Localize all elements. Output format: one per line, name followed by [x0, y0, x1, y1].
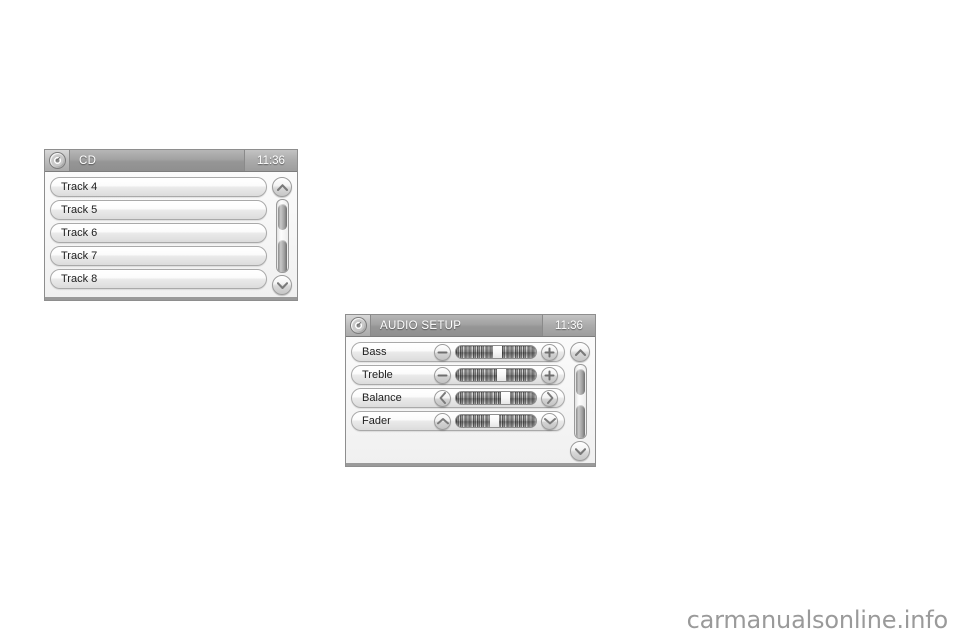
setting-label: Fader	[362, 415, 391, 427]
bass-decrease-button[interactable]	[434, 343, 451, 361]
treble-controls	[434, 366, 558, 384]
list-item-label: Track 6	[61, 227, 98, 239]
scroll-track[interactable]	[275, 199, 289, 273]
figure-cd-track-list: CD 11:36 Track 4 Track 5 Track 6 Track 7…	[36, 121, 306, 335]
cd-screen-body: Track 4 Track 5 Track 6 Track 7 Track 8	[45, 172, 297, 300]
scroll-down-button[interactable]	[570, 441, 590, 461]
setting-row-balance[interactable]: Balance	[351, 388, 565, 408]
minus-icon	[437, 374, 448, 376]
audio-setup-titlebar: AUDIO SETUP 11:36	[346, 315, 595, 337]
audio-setup-rows: Bass Treble Balance Fader	[351, 342, 565, 462]
list-item[interactable]: Track 6	[50, 223, 267, 243]
cd-track-list: Track 4 Track 5 Track 6 Track 7 Track 8	[50, 177, 267, 296]
scroll-up-button[interactable]	[272, 177, 292, 197]
fader-front-button[interactable]	[434, 412, 451, 430]
plus-icon	[544, 347, 555, 357]
audio-setup-clock: 11:36	[542, 315, 595, 336]
cd-titlebar-icon-button[interactable]	[45, 150, 70, 171]
setting-label: Balance	[362, 392, 402, 404]
bass-controls	[434, 343, 558, 361]
list-item-label: Track 5	[61, 204, 98, 216]
cd-screen: CD 11:36 Track 4 Track 5 Track 6 Track 7…	[44, 149, 298, 301]
setting-label: Treble	[362, 369, 393, 381]
cd-scrollbar[interactable]	[271, 177, 293, 296]
chevron-down-icon	[276, 281, 288, 289]
setting-row-bass[interactable]: Bass	[351, 342, 565, 362]
chevron-up-icon	[276, 183, 288, 191]
disc-icon	[48, 152, 66, 169]
disc-icon	[349, 317, 367, 334]
scroll-thumb-upper[interactable]	[575, 369, 585, 395]
list-item-label: Track 8	[61, 273, 98, 285]
cd-screen-title: CD	[79, 154, 97, 167]
chevron-up-icon	[436, 418, 449, 425]
treble-decrease-button[interactable]	[434, 366, 451, 384]
chevron-right-icon	[546, 392, 553, 404]
scroll-thumb-lower[interactable]	[575, 405, 585, 438]
cd-clock: 11:36	[244, 150, 297, 171]
scroll-thumb-lower[interactable]	[277, 240, 287, 272]
scroll-thumb-upper[interactable]	[277, 204, 287, 230]
bass-increase-button[interactable]	[541, 343, 558, 361]
bass-slider[interactable]	[455, 345, 537, 359]
list-item[interactable]: Track 4	[50, 177, 267, 197]
chevron-down-icon	[543, 418, 556, 425]
site-watermark: carmanualsonline.info	[686, 606, 949, 634]
cd-titlebar: CD 11:36	[45, 150, 297, 172]
balance-controls	[434, 389, 558, 407]
balance-slider-knob[interactable]	[501, 392, 511, 404]
setting-label: Bass	[362, 346, 387, 358]
figure-audio-setup: AUDIO SETUP 11:36 Bass Treble Balance Fa…	[337, 287, 604, 497]
balance-left-button[interactable]	[434, 389, 451, 407]
fader-rear-button[interactable]	[541, 412, 558, 430]
setting-row-treble[interactable]: Treble	[351, 365, 565, 385]
audio-setup-scrollbar[interactable]	[569, 342, 591, 462]
scroll-track[interactable]	[573, 364, 587, 439]
list-item[interactable]: Track 8	[50, 269, 267, 289]
setting-row-fader[interactable]: Fader	[351, 411, 565, 431]
treble-slider-knob[interactable]	[497, 369, 507, 381]
fader-slider-knob[interactable]	[489, 415, 499, 427]
fader-slider[interactable]	[455, 414, 537, 428]
scroll-down-button[interactable]	[272, 275, 292, 295]
plus-icon	[544, 370, 555, 380]
treble-slider[interactable]	[455, 368, 537, 382]
audio-setup-titlebar-icon-button[interactable]	[346, 315, 371, 336]
chevron-left-icon	[439, 392, 446, 404]
bass-slider-knob[interactable]	[493, 346, 503, 358]
minus-icon	[437, 351, 448, 353]
list-item[interactable]: Track 5	[50, 200, 267, 220]
fader-controls	[434, 412, 558, 430]
list-item-label: Track 4	[61, 181, 98, 193]
audio-setup-screen-body: Bass Treble Balance Fader	[346, 337, 595, 466]
balance-slider[interactable]	[455, 391, 537, 405]
chevron-up-icon	[574, 348, 586, 356]
list-item-label: Track 7	[61, 250, 98, 262]
treble-increase-button[interactable]	[541, 366, 558, 384]
scroll-up-button[interactable]	[570, 342, 590, 362]
balance-right-button[interactable]	[541, 389, 558, 407]
audio-setup-screen-title: AUDIO SETUP	[380, 319, 462, 332]
audio-setup-screen: AUDIO SETUP 11:36 Bass Treble Balance Fa…	[345, 314, 596, 467]
chevron-down-icon	[574, 447, 586, 455]
list-item[interactable]: Track 7	[50, 246, 267, 266]
